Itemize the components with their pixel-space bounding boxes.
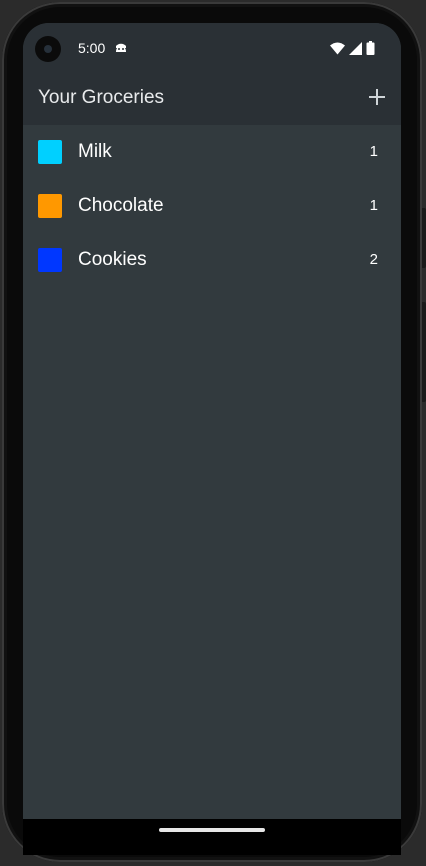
cellular-signal-icon <box>349 41 362 55</box>
status-bar: 5:00 <box>23 23 401 73</box>
front-camera <box>35 36 61 62</box>
list-item[interactable]: Chocolate 1 <box>23 179 401 233</box>
home-gesture-handle[interactable] <box>159 828 265 832</box>
app-bar: Your Groceries <box>23 73 401 125</box>
color-swatch <box>38 194 62 218</box>
item-name: Cookies <box>78 249 147 270</box>
volume-button <box>422 208 426 268</box>
item-quantity: 1 <box>369 197 378 214</box>
item-name: Chocolate <box>78 195 164 216</box>
color-swatch <box>38 248 62 272</box>
android-head-icon <box>116 43 126 52</box>
status-time: 5:00 <box>78 40 106 56</box>
grocery-list: Milk 1 Chocolate 1 Cookies 2 <box>23 125 401 287</box>
page-title: Your Groceries <box>38 87 165 108</box>
power-button <box>422 302 426 402</box>
battery-icon <box>366 41 375 55</box>
item-quantity: 1 <box>369 143 378 160</box>
navigation-bar <box>23 819 401 855</box>
item-name: Milk <box>78 141 112 162</box>
plus-icon[interactable] <box>365 85 389 109</box>
app-screen: 5:00 Your Groceries Milk 1 Chocolate 1 Cooki <box>23 23 401 819</box>
status-icons <box>330 40 375 56</box>
list-item[interactable]: Cookies 2 <box>23 233 401 287</box>
wifi-icon <box>330 42 345 54</box>
list-item[interactable]: Milk 1 <box>23 125 401 179</box>
color-swatch <box>38 140 62 164</box>
item-quantity: 2 <box>369 251 378 268</box>
